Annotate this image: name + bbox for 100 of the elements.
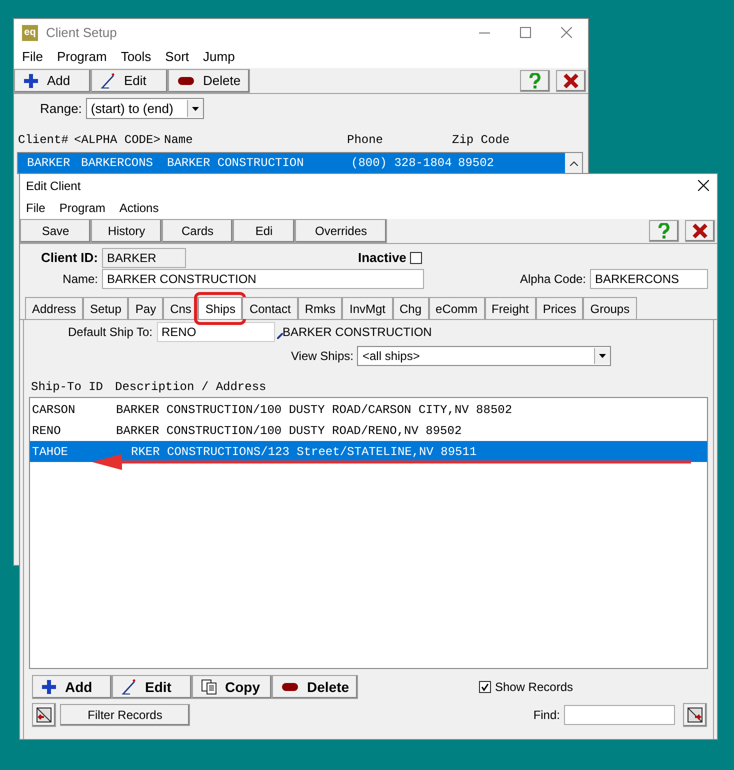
ship-to-row[interactable]: CARSON BARKER CONSTRUCTION/100 DUSTY ROAD/CARSON CITY,NV 88502 [30,399,707,420]
toolbar-button[interactable]: Copy [192,675,272,699]
table-cell-text: BARKER CONSTRUCTION/100 DUSTY ROAD/RENO,NV 89502 [116,422,462,440]
toolbar-button[interactable]: Save [20,219,91,243]
window-title: Edit Client [26,178,81,194]
tab[interactable]: Chg [392,297,429,319]
tab[interactable]: InvMgt [342,297,392,319]
question-mark-icon [529,72,541,88]
column-header: Ship-To ID [31,379,104,396]
arrow-box-icon [36,707,52,723]
plus-icon [41,679,57,695]
tab[interactable]: Cns [163,297,198,319]
app-logo: eq [22,24,38,40]
dropdown-arrow-icon [192,106,199,110]
arrow-box-button[interactable] [32,703,56,727]
minimize-icon [479,32,490,34]
range-dropdown[interactable]: (start) to (end) [86,98,204,119]
view-ships-dropdown[interactable]: <all ships> [357,346,612,366]
client-row[interactable]: BARKER BARKERCONS BARKER CONSTRUCTION (800) 328-1804 89502 [18,153,565,173]
x-icon [692,223,708,239]
table-cell-text: CARSON [32,402,76,418]
default-ship-to-label: Default Ship To: [68,324,152,341]
menu-item[interactable]: Program [59,199,106,217]
show-records-label: Show Records [494,679,573,696]
menu-item[interactable]: Program [56,47,107,67]
alpha-code-field[interactable]: BARKERCONS [590,269,708,289]
toolbar-button[interactable]: History [91,219,162,243]
column-header: Name [164,132,194,149]
tab[interactable]: eComm [428,297,485,319]
menu-item[interactable]: Tools [120,47,152,67]
pen-icon [276,333,282,339]
inactive-label: Inactive [358,249,406,268]
tab[interactable]: Groups [583,297,637,319]
arrow-box-button[interactable] [683,703,707,727]
pill-icon [281,681,299,693]
tab[interactable]: Ships [198,297,242,319]
tab[interactable]: Contact [242,297,298,319]
toolbar-button[interactable]: Cards [162,219,233,243]
table-cell-text: BARKER CONSTRUCTION [167,155,305,172]
table-cell-text: (800) 328-1804 [351,155,453,172]
scroll-up-button[interactable] [565,153,582,173]
check-icon [480,683,489,691]
tab[interactable]: Address [25,297,84,319]
table-cell-text: BARKER CONSTRUCTION/100 DUSTY ROAD/CARSON CITY,NV 88502 [116,402,512,418]
column-header: Description / Address [115,379,266,396]
table-cell-text: BARKERCONS [81,155,154,172]
table-cell-text: 89502 [458,155,496,172]
question-mark-icon [658,223,670,239]
menu-item[interactable]: Jump [203,47,235,67]
tab[interactable]: Prices [536,297,584,319]
pen-icon [121,679,137,695]
toolbar-button[interactable]: Add [14,68,91,92]
plus-icon [23,72,39,88]
close-button[interactable] [556,70,586,92]
tab[interactable]: Freight [484,297,536,319]
x-icon [563,72,579,88]
ship-to-row[interactable]: TAHOE RKER CONSTRUCTIONS/123 Street/STATELINE,NV 89511 [30,441,707,462]
default-ship-to-field[interactable]: RENO [156,322,274,342]
close-icon[interactable] [698,180,709,191]
client-id-label: Client ID: [40,249,98,268]
close-button[interactable] [685,220,715,242]
client-id-field[interactable]: BARKER [102,248,186,268]
table-cell-text: BARKER [27,155,72,172]
name-label: Name: [62,271,98,288]
column-header: Client# [18,132,70,149]
toolbar-button[interactable]: Edi [233,219,295,243]
menu-item[interactable]: File [26,199,46,217]
filter-records-button[interactable]: Filter Records [60,704,190,726]
name-field[interactable]: BARKER CONSTRUCTION [102,269,424,289]
toolbar-button[interactable]: Add [32,675,112,699]
tab[interactable]: Setup [83,297,128,319]
maximize-icon [520,27,531,38]
arrow-box-icon [687,707,703,723]
toolbar-button[interactable]: Edit [91,68,168,92]
ship-to-description: BARKER CONSTRUCTION [282,324,432,341]
view-ships-label: View Ships: [291,348,354,365]
table-cell-text: RKER CONSTRUCTIONS/123 Street/STATELINE,NV 89511 [130,444,477,460]
toolbar-button[interactable]: Overrides [295,219,387,243]
toolbar-button[interactable]: Delete [272,675,358,699]
pill-icon [177,74,195,86]
ship-to-row[interactable]: RENO BARKER CONSTRUCTION/100 DUSTY ROAD/RENO,NV 89502 [30,420,707,441]
tab[interactable]: Pay [128,297,164,319]
toolbar-button[interactable]: Edit [112,675,192,699]
alpha-code-label: Alpha Code: [520,271,586,288]
column-header: Zip Code [452,132,511,149]
pen-icon [100,72,116,88]
help-button[interactable] [649,220,679,242]
help-button[interactable] [520,70,550,92]
tab[interactable]: Rmks [298,297,342,319]
find-field[interactable] [564,705,675,725]
toolbar-button[interactable]: Delete [168,68,250,92]
show-records-checkbox[interactable] [478,681,491,693]
copy-icon [201,679,217,695]
find-label: Find: [533,707,560,724]
menu-item[interactable]: Actions [119,199,159,217]
menu-item[interactable]: File [22,47,43,67]
dropdown-arrow-icon [599,354,606,358]
menu-item[interactable]: Sort [165,47,190,67]
column-header: Phone [347,132,384,149]
table-cell-text: TAHOE [32,444,70,460]
